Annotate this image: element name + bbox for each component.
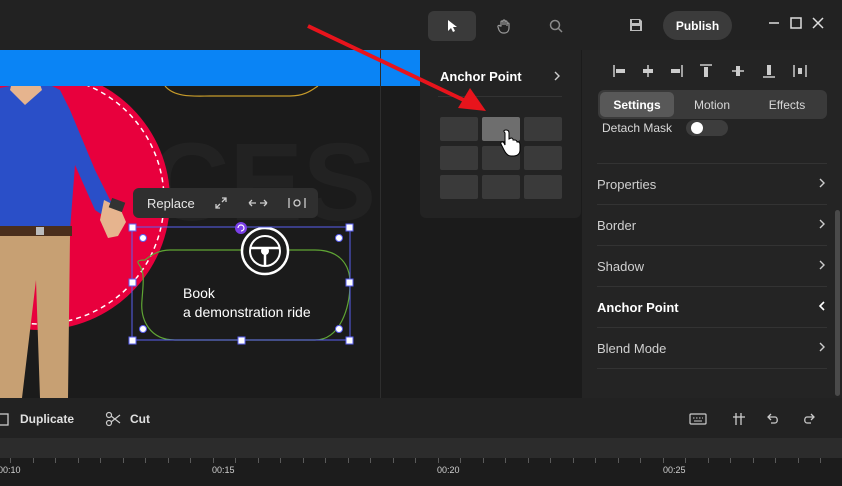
timeline-tick xyxy=(618,458,619,463)
timeline-tick xyxy=(145,458,146,463)
timeline-tick xyxy=(393,458,394,463)
timeline-tick xyxy=(325,458,326,463)
timeline-tick xyxy=(78,458,79,463)
timeline-tick xyxy=(775,458,776,463)
timeline-tick xyxy=(55,458,56,463)
cut-button[interactable]: Cut xyxy=(130,412,150,426)
timeline-label: 00:10 xyxy=(0,465,21,475)
bottom-toolbar: Duplicate Cut xyxy=(0,398,842,438)
keyboard-icon[interactable] xyxy=(689,411,707,427)
timeline-tick xyxy=(190,458,191,463)
timeline-tick xyxy=(753,458,754,463)
timeline-label: 00:25 xyxy=(663,465,686,475)
timeline-tick xyxy=(730,458,731,463)
timeline-tick xyxy=(235,458,236,463)
timeline-tick xyxy=(280,458,281,463)
timeline-label: 00:15 xyxy=(212,465,235,475)
timeline-tick xyxy=(123,458,124,463)
editor-window: Publish CES Replace Book a demonstration… xyxy=(0,0,842,486)
hand-pointer-icon xyxy=(500,129,521,157)
split-icon[interactable] xyxy=(731,411,747,427)
scissors-icon[interactable] xyxy=(105,411,121,427)
timeline-tick xyxy=(573,458,574,463)
timeline-tick xyxy=(303,458,304,463)
timeline-tick xyxy=(100,458,101,463)
duplicate-button[interactable]: Duplicate xyxy=(20,412,74,426)
redo-icon[interactable] xyxy=(801,411,817,427)
timeline-tick xyxy=(640,458,641,463)
timeline-tick xyxy=(550,458,551,463)
timeline-tick xyxy=(168,458,169,463)
timeline-tick xyxy=(10,458,11,463)
timeline-tick xyxy=(213,458,214,463)
timeline[interactable]: 00:10 00:15 00:20 00:25 xyxy=(0,438,842,486)
timeline-tick xyxy=(460,458,461,463)
timeline-tick xyxy=(595,458,596,463)
timeline-track-band xyxy=(0,438,842,458)
timeline-tick xyxy=(528,458,529,463)
timeline-tick xyxy=(370,458,371,463)
timeline-tick xyxy=(33,458,34,463)
timeline-tick xyxy=(258,458,259,463)
red-arrow-line xyxy=(307,24,473,106)
timeline-tick xyxy=(483,458,484,463)
undo-icon[interactable] xyxy=(765,411,781,427)
timeline-tick xyxy=(663,458,664,463)
duplicate-icon[interactable] xyxy=(0,411,10,427)
timeline-tick xyxy=(798,458,799,463)
timeline-tick xyxy=(438,458,439,463)
timeline-tick xyxy=(348,458,349,463)
timeline-tick xyxy=(505,458,506,463)
timeline-tick xyxy=(415,458,416,463)
timeline-tick xyxy=(708,458,709,463)
timeline-tick xyxy=(820,458,821,463)
timeline-label: 00:20 xyxy=(437,465,460,475)
timeline-tick xyxy=(685,458,686,463)
